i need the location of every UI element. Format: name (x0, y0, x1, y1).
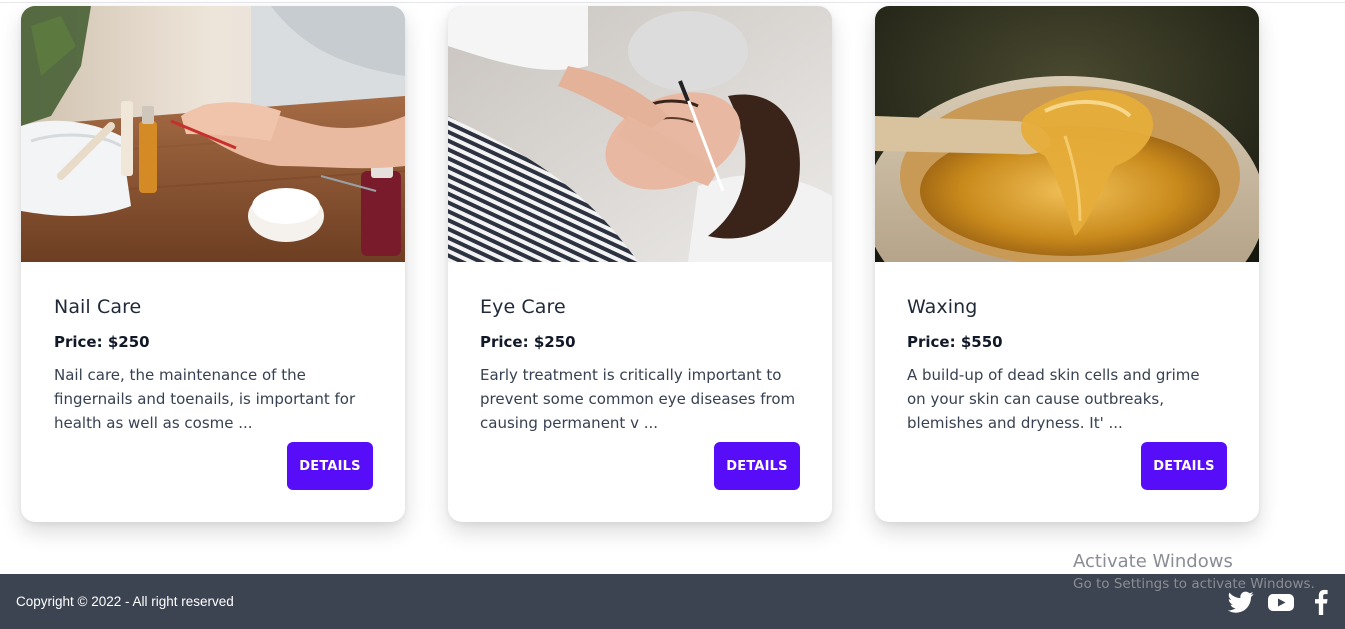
card-price: Price: $250 (480, 333, 576, 351)
details-button[interactable]: DETAILS (714, 442, 800, 490)
card-price: Price: $550 (907, 333, 1003, 351)
card-title: Nail Care (54, 296, 142, 318)
card-price: Price: $250 (54, 333, 150, 351)
service-card-nail-care: Nail Care Price: $250 Nail care, the mai… (21, 6, 405, 522)
watermark-subtitle: Go to Settings to activate Windows. (1073, 576, 1315, 592)
card-description: Nail care, the maintenance of the finger… (54, 366, 356, 432)
card-description: A build-up of dead skin cells and grime … (907, 366, 1200, 432)
waxing-image (875, 6, 1259, 262)
top-divider (0, 2, 1345, 3)
services-page: Nail Care Price: $250 Nail care, the mai… (0, 0, 1345, 629)
nail-care-image (21, 6, 405, 262)
service-card-waxing: Waxing Price: $550 A build-up of dead sk… (875, 6, 1259, 522)
card-description: Early treatment is critically important … (480, 366, 796, 432)
service-card-eye-care: Eye Care Price: $250 Early treatment is … (448, 6, 832, 522)
eye-care-image (448, 6, 832, 262)
copyright-text: Copyright © 2022 - All right reserved (16, 594, 234, 609)
watermark-title: Activate Windows (1073, 551, 1233, 572)
details-button[interactable]: DETAILS (287, 442, 373, 490)
card-title: Eye Care (480, 296, 566, 318)
activate-windows-watermark: Activate Windows Go to Settings to activ… (1073, 551, 1315, 593)
card-title: Waxing (907, 296, 978, 318)
details-button[interactable]: DETAILS (1141, 442, 1227, 490)
